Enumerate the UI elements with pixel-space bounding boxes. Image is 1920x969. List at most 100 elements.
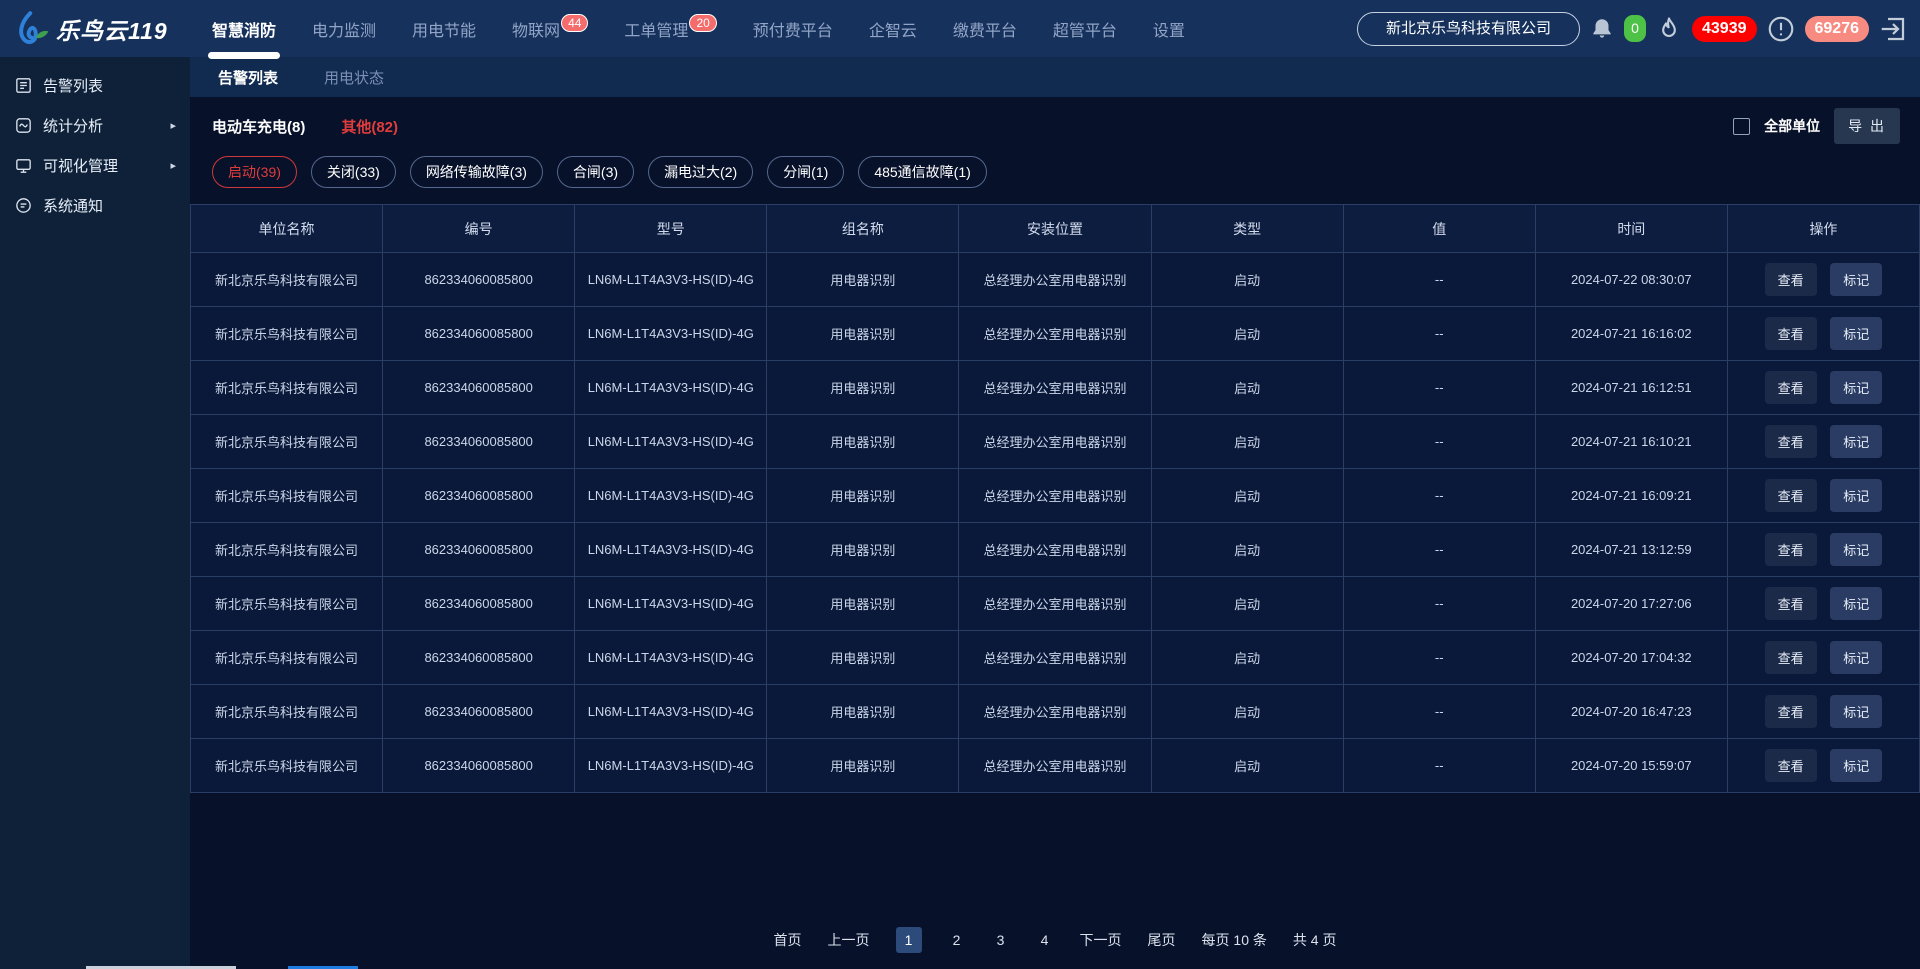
nav-item[interactable]: 物联网44 — [512, 1, 588, 57]
view-button[interactable]: 查看 — [1765, 641, 1817, 674]
alarm-type-chip[interactable]: 关闭(33) — [311, 156, 396, 188]
alarm-type-chip[interactable]: 启动(39) — [212, 156, 297, 188]
cell-value: -- — [1343, 361, 1535, 415]
content-tab[interactable]: 用电状态 — [324, 67, 384, 88]
cell-unit-name: 新北京乐鸟科技有限公司 — [191, 307, 383, 361]
table-header: 单位名称 编号 型号 组名称 安装位置 类型 值 时间 操作 — [191, 205, 1920, 253]
logout-icon[interactable] — [1878, 14, 1908, 44]
cell-group-name: 用电器识别 — [767, 469, 959, 523]
cell-install-location: 总经理办公室用电器识别 — [959, 361, 1151, 415]
nav-item[interactable]: 智慧消防 — [212, 1, 276, 57]
all-units-checkbox[interactable] — [1733, 118, 1750, 135]
nav-item[interactable]: 企智云 — [869, 1, 917, 57]
category-filter[interactable]: 其他(82) — [341, 116, 398, 137]
sidebar-item-visualization[interactable]: 可视化管理 ▸ — [0, 145, 190, 185]
nav-item[interactable]: 超管平台 — [1053, 1, 1117, 57]
nav-item[interactable]: 预付费平台 — [753, 1, 833, 57]
alert-count-badge: 69276 — [1805, 16, 1870, 42]
table-row: 新北京乐鸟科技有限公司 862334060085800 LN6M-L1T4A3V… — [191, 361, 1920, 415]
mark-button[interactable]: 标记 — [1830, 371, 1882, 404]
view-button[interactable]: 查看 — [1765, 749, 1817, 782]
sidebar-item-system-notice[interactable]: 系统通知 — [0, 185, 190, 225]
mark-button[interactable]: 标记 — [1830, 587, 1882, 620]
nav-item-label: 物联网 — [512, 23, 560, 40]
cell-group-name: 用电器识别 — [767, 415, 959, 469]
view-button[interactable]: 查看 — [1765, 695, 1817, 728]
cell-unit-name: 新北京乐鸟科技有限公司 — [191, 577, 383, 631]
sidebar-item-statistics[interactable]: 统计分析 ▸ — [0, 105, 190, 145]
nav-item[interactable]: 缴费平台 — [953, 1, 1017, 57]
company-selector[interactable]: 新北京乐鸟科技有限公司 — [1357, 12, 1580, 46]
nav-item[interactable]: 电力监测 — [312, 1, 376, 57]
mark-button[interactable]: 标记 — [1830, 425, 1882, 458]
cell-model: LN6M-L1T4A3V3-HS(ID)-4G — [575, 469, 767, 523]
sidebar-item-alarm-list[interactable]: 告警列表 — [0, 65, 190, 105]
cell-time: 2024-07-21 16:09:21 — [1535, 469, 1727, 523]
view-button[interactable]: 查看 — [1765, 587, 1817, 620]
cell-value: -- — [1343, 523, 1535, 577]
column-header: 值 — [1343, 205, 1535, 253]
pagination-page[interactable]: 3 — [992, 932, 1010, 948]
mark-button[interactable]: 标记 — [1830, 641, 1882, 674]
pagination-page[interactable]: 2 — [948, 932, 966, 948]
mark-button[interactable]: 标记 — [1830, 263, 1882, 296]
mark-button[interactable]: 标记 — [1830, 533, 1882, 566]
pagination-page-size: 每页 10 条 — [1202, 930, 1267, 950]
cell-time: 2024-07-21 16:10:21 — [1535, 415, 1727, 469]
cell-unit-name: 新北京乐鸟科技有限公司 — [191, 469, 383, 523]
cell-actions: 查看 标记 — [1727, 523, 1919, 577]
nav-item-label: 设置 — [1153, 23, 1185, 40]
nav-item-label: 电力监测 — [312, 23, 376, 40]
alarm-type-chip[interactable]: 分闸(1) — [767, 156, 844, 188]
export-button[interactable]: 导 出 — [1834, 108, 1900, 144]
column-header: 安装位置 — [959, 205, 1151, 253]
pagination-page[interactable]: 1 — [896, 927, 922, 953]
alarm-type-chip[interactable]: 合闸(3) — [557, 156, 634, 188]
mark-button[interactable]: 标记 — [1830, 479, 1882, 512]
pagination-prev[interactable]: 上一页 — [828, 930, 870, 950]
exclamation-icon[interactable] — [1766, 14, 1796, 44]
cell-time: 2024-07-20 15:59:07 — [1535, 739, 1727, 793]
mark-button[interactable]: 标记 — [1830, 749, 1882, 782]
cell-value: -- — [1343, 307, 1535, 361]
bell-icon[interactable] — [1589, 16, 1615, 42]
view-button[interactable]: 查看 — [1765, 317, 1817, 350]
pagination-next[interactable]: 下一页 — [1080, 930, 1122, 950]
cell-install-location: 总经理办公室用电器识别 — [959, 307, 1151, 361]
cell-install-location: 总经理办公室用电器识别 — [959, 739, 1151, 793]
view-button[interactable]: 查看 — [1765, 371, 1817, 404]
view-button[interactable]: 查看 — [1765, 263, 1817, 296]
content-tab[interactable]: 告警列表 — [218, 67, 278, 88]
fire-icon[interactable] — [1655, 15, 1683, 43]
nav-item-label: 智慧消防 — [212, 23, 276, 40]
nav-item[interactable]: 工单管理20 — [624, 1, 716, 57]
view-button[interactable]: 查看 — [1765, 425, 1817, 458]
cell-model: LN6M-L1T4A3V3-HS(ID)-4G — [575, 631, 767, 685]
mark-button[interactable]: 标记 — [1830, 695, 1882, 728]
sidebar-item-label: 统计分析 — [43, 115, 103, 136]
cell-actions: 查看 标记 — [1727, 469, 1919, 523]
alarm-type-chip[interactable]: 网络传输故障(3) — [410, 156, 543, 188]
cell-alarm-type: 启动 — [1151, 739, 1343, 793]
cell-alarm-type: 启动 — [1151, 523, 1343, 577]
cell-alarm-type: 启动 — [1151, 307, 1343, 361]
category-filter[interactable]: 电动车充电(8) — [212, 116, 305, 137]
view-button[interactable]: 查看 — [1765, 533, 1817, 566]
pagination-first[interactable]: 首页 — [774, 930, 802, 950]
navbar-right: 新北京乐鸟科技有限公司 0 43939 69276 — [1357, 12, 1920, 46]
cell-install-location: 总经理办公室用电器识别 — [959, 685, 1151, 739]
cell-group-name: 用电器识别 — [767, 577, 959, 631]
pagination-page[interactable]: 4 — [1036, 932, 1054, 948]
sidebar-item-label: 可视化管理 — [43, 155, 118, 176]
nav-item[interactable]: 设置 — [1153, 1, 1185, 57]
nav-item-label: 工单管理 — [624, 23, 688, 40]
pagination-last[interactable]: 尾页 — [1148, 930, 1176, 950]
mark-button[interactable]: 标记 — [1830, 317, 1882, 350]
pagination: 首页 上一页 1 2 3 4 下一页 尾页 每页 10 条 共 4 页 — [190, 927, 1920, 969]
nav-item[interactable]: 用电节能 — [412, 1, 476, 57]
alarm-type-chip[interactable]: 485通信故障(1) — [858, 156, 986, 188]
view-button[interactable]: 查看 — [1765, 479, 1817, 512]
cell-model: LN6M-L1T4A3V3-HS(ID)-4G — [575, 685, 767, 739]
alarm-type-chip[interactable]: 漏电过大(2) — [648, 156, 753, 188]
sidebar: 告警列表 统计分析 ▸ 可视化管理 ▸ 系统通知 — [0, 57, 190, 969]
